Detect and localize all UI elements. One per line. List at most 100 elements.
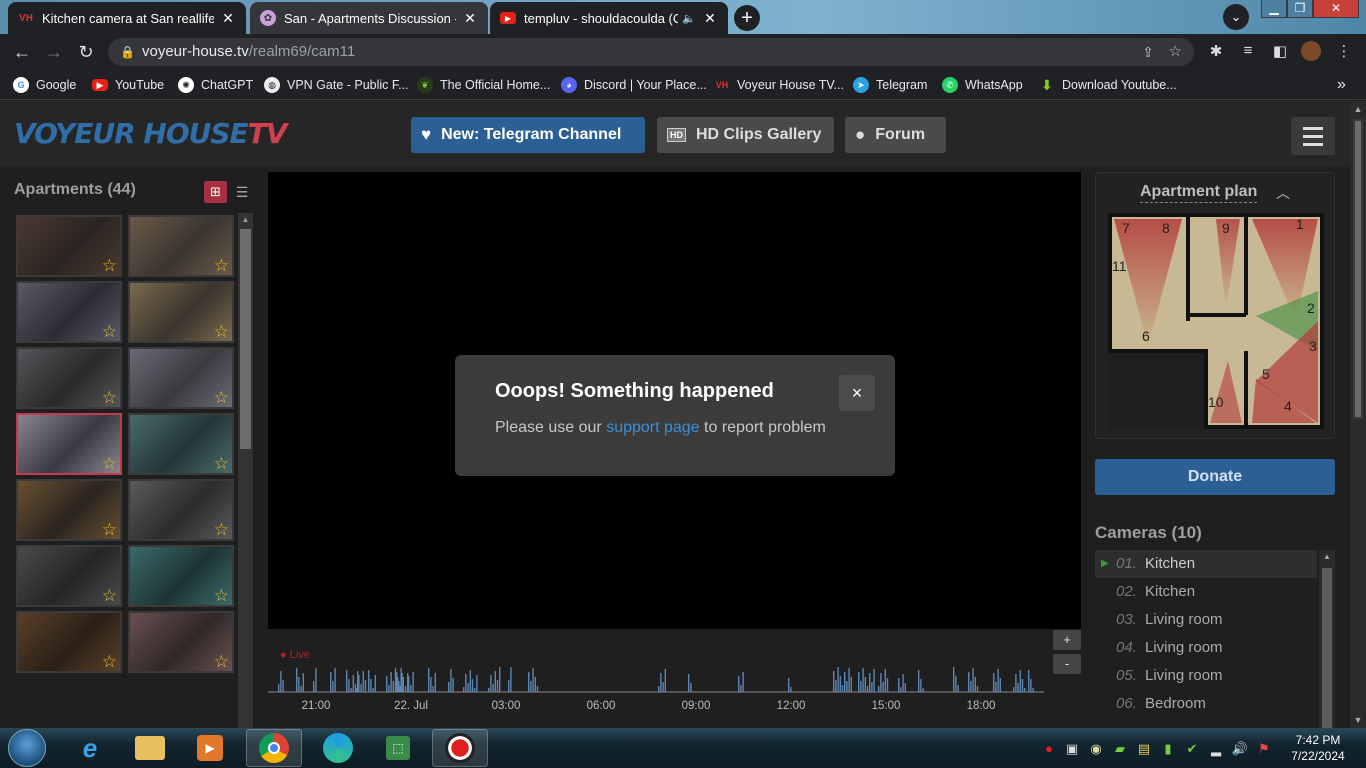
donate-button[interactable]: Donate [1095, 459, 1335, 495]
support-page-link[interactable]: support page [606, 419, 699, 436]
favorite-star-icon[interactable]: ☆ [102, 653, 117, 671]
bookmarks-overflow-button[interactable]: » [1337, 76, 1346, 94]
favorite-star-icon[interactable]: ☆ [214, 257, 229, 275]
network-device-icon[interactable]: ▣ [1063, 741, 1081, 757]
camera-item[interactable]: 04. Living room [1095, 634, 1317, 662]
taskbar-media-player[interactable]: ▶ [182, 729, 238, 767]
close-modal-button[interactable]: × [839, 375, 875, 411]
bookmark-star-icon[interactable]: ☆ [1169, 38, 1182, 66]
bookmark-vpngate[interactable]: ◍ VPN Gate - Public F... [264, 76, 409, 94]
apartment-thumbnail[interactable]: ☆ [128, 545, 234, 607]
close-window-button[interactable]: ✕ [1313, 0, 1359, 18]
apartment-thumbnail[interactable]: ☆ [128, 215, 234, 277]
favorite-star-icon[interactable]: ☆ [102, 455, 117, 473]
apartment-thumbnail[interactable]: ☆ [16, 611, 122, 673]
security-icon[interactable]: ✔ [1183, 741, 1201, 757]
bookmark-official-home[interactable]: ❦ The Official Home... [417, 76, 550, 94]
bookmark-whatsapp[interactable]: ✆ WhatsApp [942, 76, 1023, 94]
bookmark-google[interactable]: G Google [13, 76, 76, 94]
favorite-star-icon[interactable]: ☆ [214, 323, 229, 341]
scroll-up-arrow[interactable]: ▲ [1350, 101, 1366, 117]
bookmark-youtube[interactable]: ▶ YouTube [92, 76, 164, 94]
back-button[interactable]: ← [8, 38, 36, 66]
sidebar-scrollbar[interactable]: ▲ [238, 213, 253, 728]
camera-number[interactable]: 10 [1208, 394, 1224, 410]
system-clock[interactable]: 7:42 PM 7/22/2024 [1283, 732, 1353, 764]
apartment-plan-toggle[interactable]: Apartment plan [1140, 183, 1258, 203]
timeline-activity-bars[interactable] [268, 659, 1048, 694]
minimize-button[interactable]: ▁ [1261, 0, 1287, 18]
taskbar-recorder[interactable] [432, 729, 488, 767]
favorite-star-icon[interactable]: ☆ [214, 587, 229, 605]
bookmark-download-youtube[interactable]: ⬇ Download Youtube... [1039, 76, 1177, 94]
camera-item[interactable]: 03. Living room [1095, 606, 1317, 634]
signal-icon[interactable]: ▮ [1159, 741, 1177, 757]
tab-kitchen-camera[interactable]: VH Kitchen camera at San reallifecam ✕ [8, 2, 246, 34]
scrollbar-thumb[interactable] [240, 229, 251, 449]
camera-number[interactable]: 5 [1262, 366, 1270, 382]
volume-icon[interactable]: 🔊 [1231, 741, 1249, 757]
apartment-thumbnail[interactable]: ☆ [128, 413, 234, 475]
favorite-star-icon[interactable]: ☆ [214, 521, 229, 539]
wifi-bars-icon[interactable]: ▂ [1207, 741, 1225, 757]
camera-number[interactable]: 3 [1309, 338, 1317, 354]
taskbar-file-explorer[interactable] [122, 729, 178, 767]
favorite-star-icon[interactable]: ☆ [102, 521, 117, 539]
list-view-icon[interactable]: ☰ [232, 181, 252, 203]
new-tab-button[interactable]: + [734, 5, 760, 31]
camera-number[interactable]: 6 [1142, 328, 1150, 344]
bookmark-voyeur-house[interactable]: VH Voyeur House TV... [714, 76, 844, 94]
tab-apartments-discussion[interactable]: ✿ San - Apartments Discussion - Vo ✕ [250, 2, 488, 34]
browser-menu-icon[interactable]: ⋮ [1333, 42, 1355, 60]
taskbar-app[interactable]: ⬚ [370, 729, 426, 767]
camera-list-scrollbar[interactable]: ▲ [1319, 550, 1335, 728]
hd-clips-gallery-button[interactable]: HD HD Clips Gallery [657, 117, 834, 153]
tab-youtube[interactable]: ▶ templuv - shouldacoulda (Of 🔈 ✕ [490, 2, 728, 34]
disc-icon[interactable]: ◉ [1087, 741, 1105, 757]
grid-view-icon[interactable]: ⊞ [204, 181, 227, 203]
nvidia-icon[interactable]: ▰ [1111, 741, 1129, 757]
recording-timeline[interactable]: ● Live 21:00 22. Jul 03:00 06:00 09:00 1… [268, 629, 1081, 728]
forum-button[interactable]: ● Forum [845, 117, 946, 153]
scrollbar-thumb[interactable] [1322, 568, 1332, 728]
apartment-thumbnail[interactable]: ☆ [128, 479, 234, 541]
camera-number[interactable]: 11 [1112, 258, 1127, 274]
camera-number[interactable]: 9 [1222, 220, 1230, 236]
site-logo[interactable]: VOYEUR HOUSETV [14, 117, 287, 150]
zoom-in-button[interactable]: + [1053, 630, 1081, 650]
speaker-icon[interactable]: 🔈 [682, 12, 696, 25]
close-tab-icon[interactable]: ✕ [462, 10, 478, 27]
camera-item[interactable]: 06. Bedroom [1095, 690, 1317, 718]
camera-number[interactable]: 4 [1284, 398, 1292, 414]
reload-button[interactable]: ↻ [72, 38, 100, 66]
scroll-up-arrow[interactable]: ▲ [1319, 552, 1335, 561]
camera-item[interactable]: 05. Living room [1095, 662, 1317, 690]
media-control-icon[interactable]: ≡ [1237, 42, 1259, 59]
taskbar-edge[interactable] [310, 729, 366, 767]
start-button[interactable] [8, 729, 46, 767]
hamburger-menu-button[interactable] [1291, 117, 1335, 155]
scroll-down-arrow[interactable]: ▼ [1350, 712, 1366, 728]
bookmark-discord[interactable]: ◕ Discord | Your Place... [561, 76, 707, 94]
favorite-star-icon[interactable]: ☆ [214, 389, 229, 407]
apartment-thumbnail[interactable]: ☆ [16, 347, 122, 409]
taskbar-chrome[interactable] [246, 729, 302, 767]
apartment-thumbnail[interactable]: ☆ [128, 347, 234, 409]
favorite-star-icon[interactable]: ☆ [214, 455, 229, 473]
close-tab-icon[interactable]: ✕ [220, 10, 236, 27]
apartment-thumbnail[interactable]: ☆ [128, 611, 234, 673]
extensions-icon[interactable]: ✱ [1205, 42, 1227, 60]
bookmark-telegram[interactable]: ➤ Telegram [853, 76, 927, 94]
profile-avatar[interactable] [1301, 41, 1321, 61]
apartment-thumbnail[interactable]: ☆ [16, 545, 122, 607]
bookmark-chatgpt[interactable]: ✺ ChatGPT [178, 76, 253, 94]
record-tray-icon[interactable]: ● [1040, 741, 1058, 756]
maximize-button[interactable]: ❐ [1287, 0, 1313, 18]
camera-number[interactable]: 7 [1122, 220, 1130, 236]
share-icon[interactable]: ⇪ [1142, 38, 1154, 66]
favorite-star-icon[interactable]: ☆ [102, 323, 117, 341]
apartment-thumbnail[interactable]: ☆ [16, 413, 122, 475]
camera-number[interactable]: 8 [1162, 220, 1170, 236]
page-scrollbar[interactable]: ▲ ▼ [1350, 101, 1366, 728]
zoom-out-button[interactable]: - [1053, 654, 1081, 674]
